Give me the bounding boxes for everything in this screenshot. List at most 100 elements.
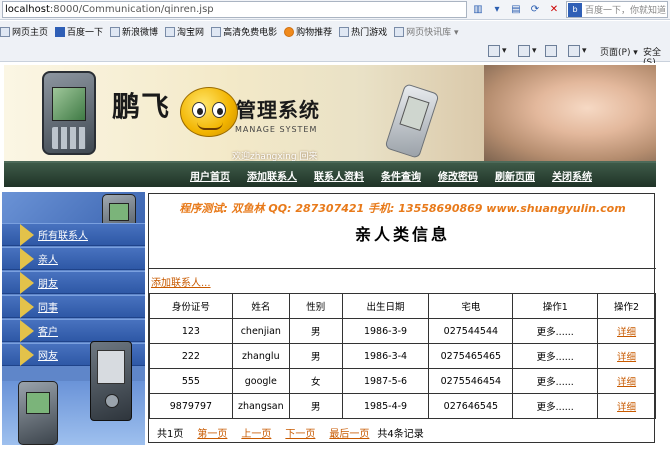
- divider: [149, 268, 656, 269]
- nav-change-password[interactable]: 修改密码: [438, 168, 478, 183]
- first-page-link[interactable]: 第一页: [197, 425, 227, 440]
- cell-gender: 男: [288, 393, 343, 419]
- col-gender: 性别: [288, 293, 343, 319]
- sidebar-footer: [2, 341, 145, 445]
- fav-item[interactable]: 网页快讯库 ▾: [394, 25, 459, 38]
- home-icon: [488, 45, 500, 57]
- detail-link-cell: 详细: [597, 318, 656, 344]
- nav-contact-info[interactable]: 联系人资料: [314, 168, 364, 183]
- arrow-icon: [20, 223, 34, 246]
- promo-text: 程序测试: 双鱼林 QQ: 287307421 手机: 13558690869 …: [179, 202, 626, 215]
- sidebar-item-colleagues[interactable]: 同事: [2, 295, 145, 318]
- site-title-2: 管理系统: [236, 98, 320, 122]
- smiley-icon: [180, 87, 238, 137]
- url-host: localhost: [5, 4, 50, 15]
- detail-link[interactable]: 详细: [617, 377, 636, 388]
- fav-item[interactable]: 百度一下: [55, 25, 103, 38]
- mail-button[interactable]: [545, 45, 559, 57]
- cell-phone: 0275465465: [428, 343, 514, 369]
- detail-link-cell: 详细: [597, 393, 656, 419]
- sidebar-item-clients[interactable]: 客户: [2, 319, 145, 342]
- address-bar: localhost:8000/Communication/qinren.jsp …: [0, 0, 670, 20]
- pda-image: [90, 341, 132, 421]
- arrow-icon: [20, 343, 34, 366]
- nav-close[interactable]: 关闭系统: [552, 168, 592, 183]
- nav-query[interactable]: 条件查询: [381, 168, 421, 183]
- total-pages: 共1页: [157, 428, 184, 440]
- col-op1: 操作1: [512, 293, 599, 319]
- col-id: 身份证号: [149, 293, 233, 319]
- top-nav: 用户首页 添加联系人 联系人资料 条件查询 修改密码 刷新页面 关闭系统: [4, 163, 656, 187]
- cell-birth: 1985-4-9: [341, 393, 430, 419]
- url-field[interactable]: localhost:8000/Communication/qinren.jsp: [2, 1, 467, 18]
- table-header-row: 身份证号 姓名 性别 出生日期 宅电 操作1 操作2: [149, 293, 656, 319]
- total-records: 共4条记录: [377, 428, 424, 440]
- favorites-bar: 网页主页 百度一下 新浪微博 淘宝网 高清免费电影 购物推荐 热门游戏 网页快讯…: [0, 21, 670, 42]
- fav-item[interactable]: 新浪微博: [110, 25, 158, 38]
- cell-id: 123: [149, 318, 233, 344]
- page-title: 亲人类信息: [354, 225, 450, 244]
- url-path: :8000/Communication/qinren.jsp: [49, 4, 214, 15]
- command-bar: ▾ ▾ ▾ 页面(P) ▾ 安全(S): [0, 42, 670, 68]
- cell-name: google: [231, 368, 290, 394]
- weibo-icon: [110, 26, 121, 37]
- fav-item[interactable]: 网页主页: [0, 25, 48, 38]
- phone-image: [42, 71, 96, 155]
- search-placeholder: 百度一下，你就知道: [585, 6, 667, 16]
- web-page: 鹏飞 管理系统 MANAGE SYSTEM 欢迎zhangxing 回来 用户首…: [0, 63, 670, 455]
- sidebar-item-family[interactable]: 亲人: [2, 247, 145, 270]
- cell-birth: 1986-3-4: [341, 343, 430, 369]
- nav-add-contact[interactable]: 添加联系人: [247, 168, 297, 183]
- fav-item[interactable]: 高清免费电影: [211, 25, 277, 38]
- col-name: 姓名: [231, 293, 290, 319]
- cell-more: 更多......: [512, 318, 599, 344]
- page-icon: [0, 26, 10, 37]
- movie-icon: [211, 26, 222, 37]
- game-icon: [339, 26, 350, 37]
- print-button[interactable]: ▾: [568, 45, 587, 57]
- prev-page-link[interactable]: 上一页: [241, 425, 271, 440]
- nav-refresh[interactable]: 刷新页面: [495, 168, 535, 183]
- stop-icon[interactable]: ✕: [546, 2, 562, 18]
- add-contact-link[interactable]: 添加联系人...: [151, 274, 211, 289]
- cell-phone: 027544544: [428, 318, 514, 344]
- feeds-button[interactable]: ▾: [518, 45, 537, 57]
- shopping-icon: [284, 26, 295, 37]
- sidebar-item-all[interactable]: 所有联系人: [2, 223, 145, 246]
- compat-view-icon[interactable]: ▥: [470, 2, 486, 18]
- detail-link[interactable]: 详细: [617, 402, 636, 413]
- col-op2: 操作2: [597, 293, 656, 319]
- table-row: 555 google 女 1987-5-6 0275546454 更多.....…: [149, 368, 656, 394]
- nav-home[interactable]: 用户首页: [190, 168, 230, 183]
- cell-id: 222: [149, 343, 233, 369]
- print-icon: [568, 45, 580, 57]
- home-button[interactable]: ▾: [488, 45, 507, 57]
- arrow-icon: [20, 295, 34, 318]
- site-banner: 鹏飞 管理系统 MANAGE SYSTEM 欢迎zhangxing 回来: [4, 65, 656, 163]
- banner-photo: [484, 65, 656, 161]
- pagination: 共1页 第一页 上一页 下一页 最后一页 共4条记录: [149, 422, 656, 442]
- fav-item[interactable]: 热门游戏: [339, 25, 387, 38]
- search-input[interactable]: b 百度一下，你就知道: [566, 1, 668, 18]
- refresh-icon[interactable]: ⟳: [527, 2, 543, 18]
- fav-item[interactable]: 淘宝网: [165, 25, 204, 38]
- detail-link[interactable]: 详细: [617, 352, 636, 363]
- last-page-link[interactable]: 最后一页: [329, 425, 369, 440]
- sidebar-item-friends[interactable]: 朋友: [2, 271, 145, 294]
- cell-gender: 女: [288, 368, 343, 394]
- table-row: 222 zhanglu 男 1986-3-4 0275465465 更多....…: [149, 343, 656, 369]
- cell-gender: 男: [288, 343, 343, 369]
- table-row: 123 chenjian 男 1986-3-9 027544544 更多....…: [149, 318, 656, 344]
- cell-more: 更多......: [512, 368, 599, 394]
- mail-icon: [545, 45, 557, 57]
- dropdown-icon[interactable]: ▾: [489, 2, 505, 18]
- rss-icon: [518, 45, 530, 57]
- page-icon[interactable]: ▤: [508, 2, 524, 18]
- page-menu[interactable]: 页面(P) ▾: [600, 45, 638, 58]
- fav-item[interactable]: 购物推荐: [284, 25, 332, 38]
- site-subtitle: MANAGE SYSTEM: [235, 125, 318, 134]
- detail-link-cell: 详细: [597, 343, 656, 369]
- detail-link[interactable]: 详细: [617, 327, 636, 338]
- next-page-link[interactable]: 下一页: [285, 425, 315, 440]
- cell-id: 9879797: [149, 393, 233, 419]
